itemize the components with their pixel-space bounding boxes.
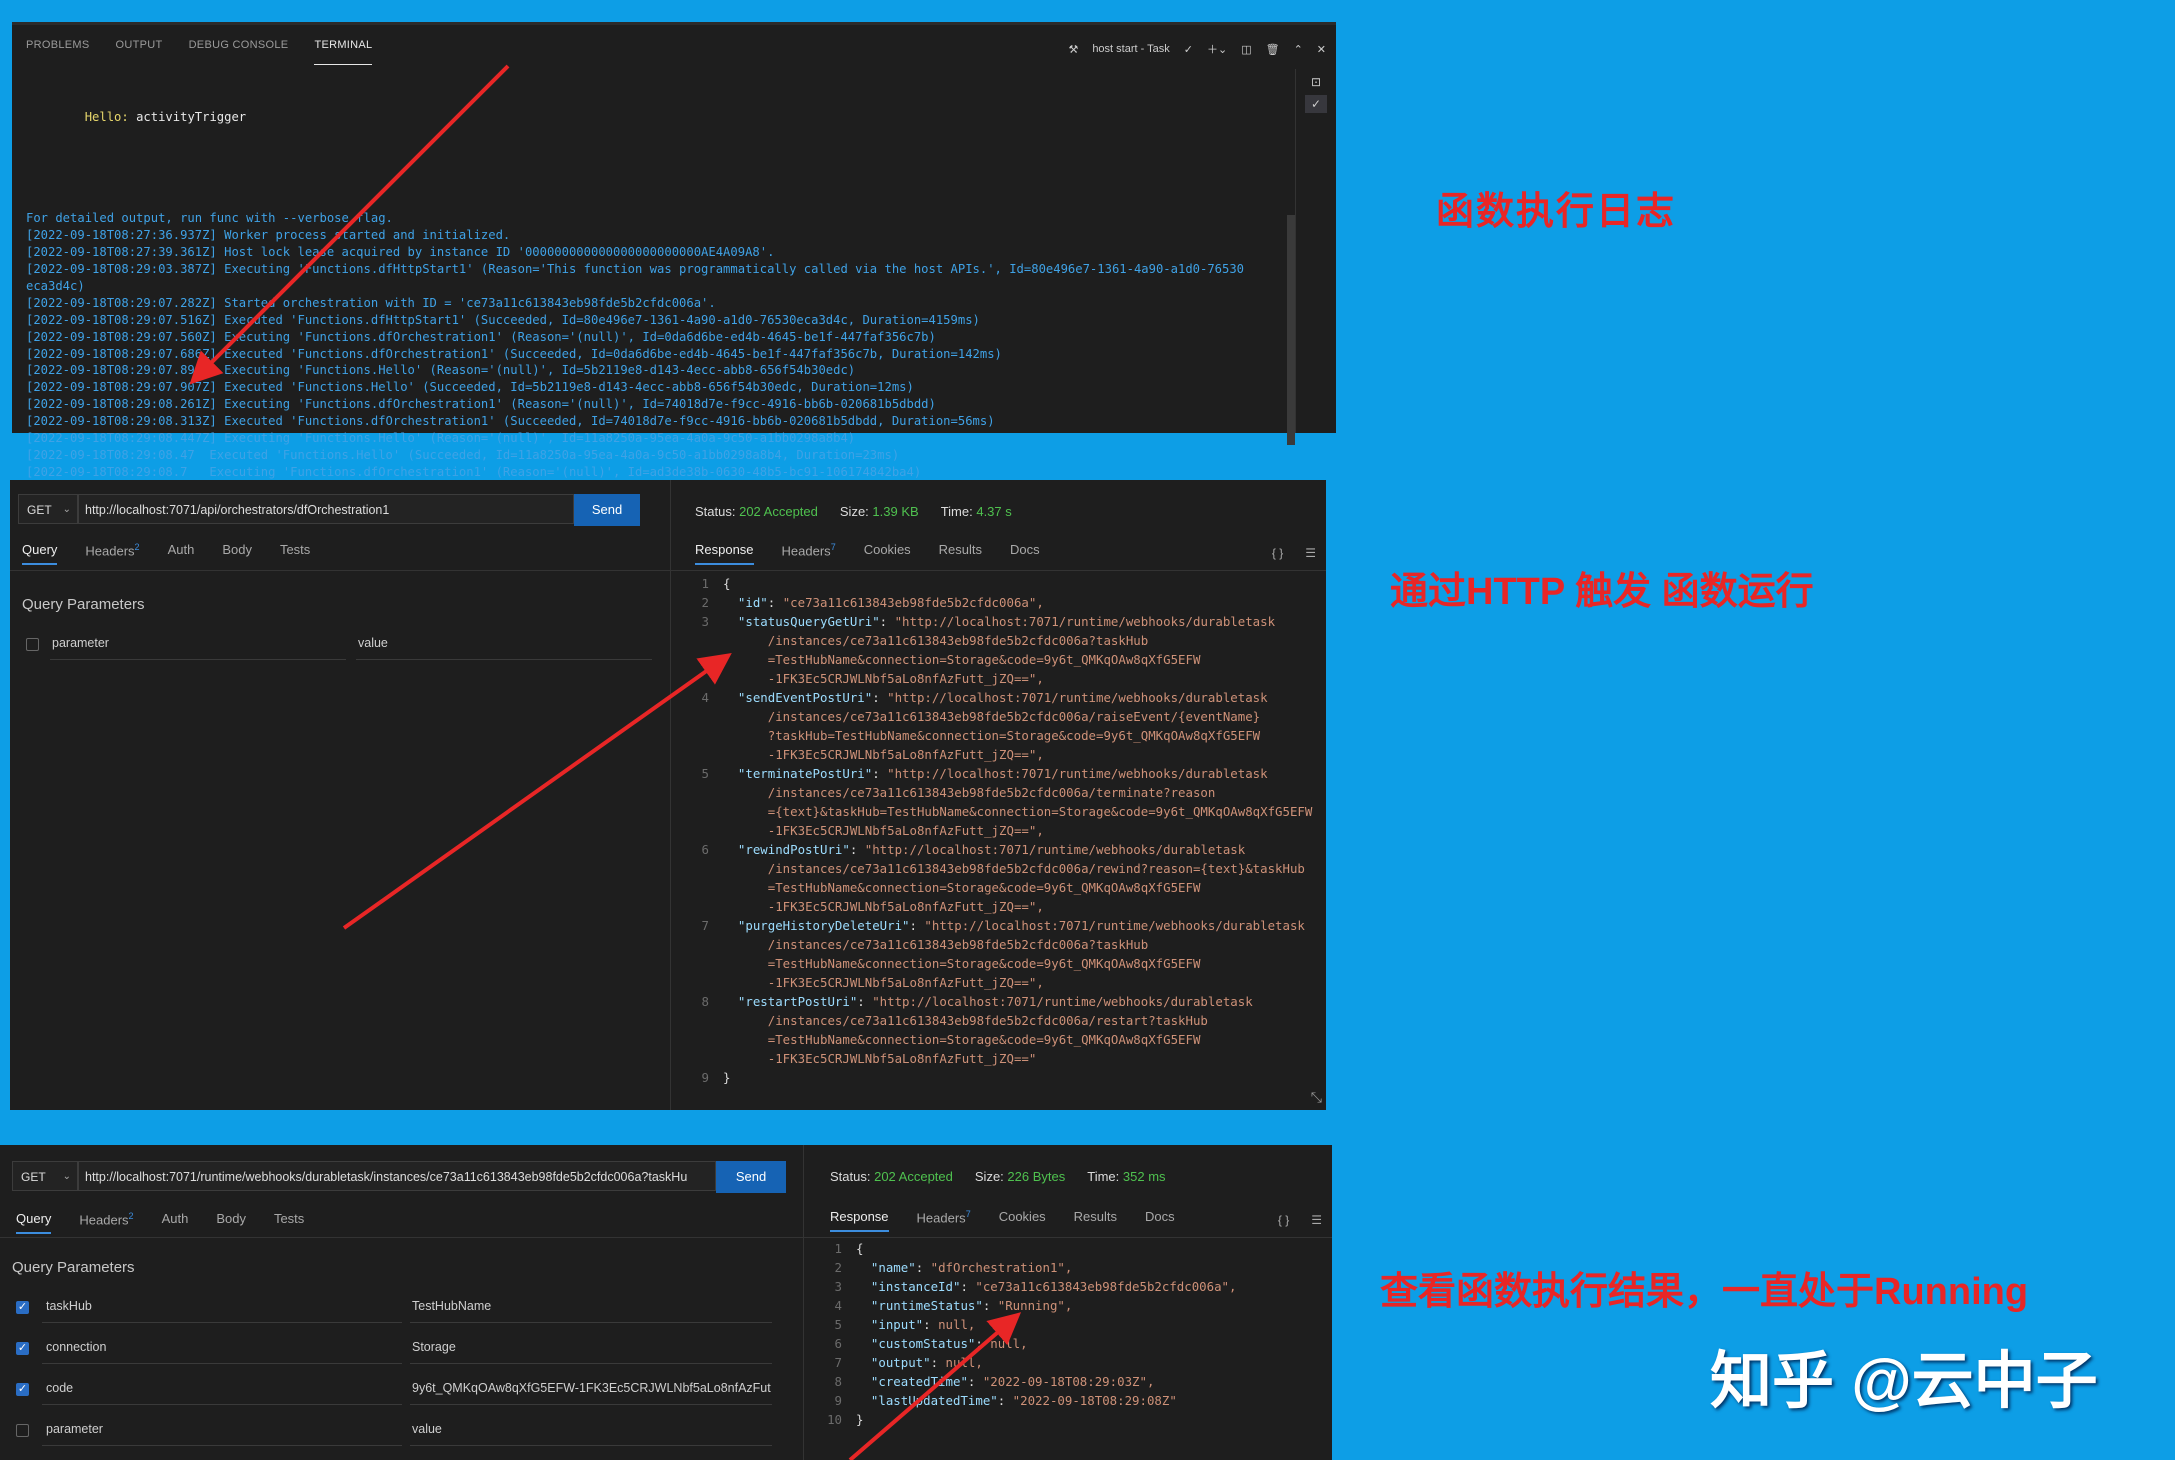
arrow-to-log bbox=[189, 64, 510, 385]
annotation-arrows bbox=[189, 64, 1022, 1460]
arrow-to-status bbox=[848, 1312, 1022, 1460]
arrow-to-response bbox=[342, 653, 732, 930]
